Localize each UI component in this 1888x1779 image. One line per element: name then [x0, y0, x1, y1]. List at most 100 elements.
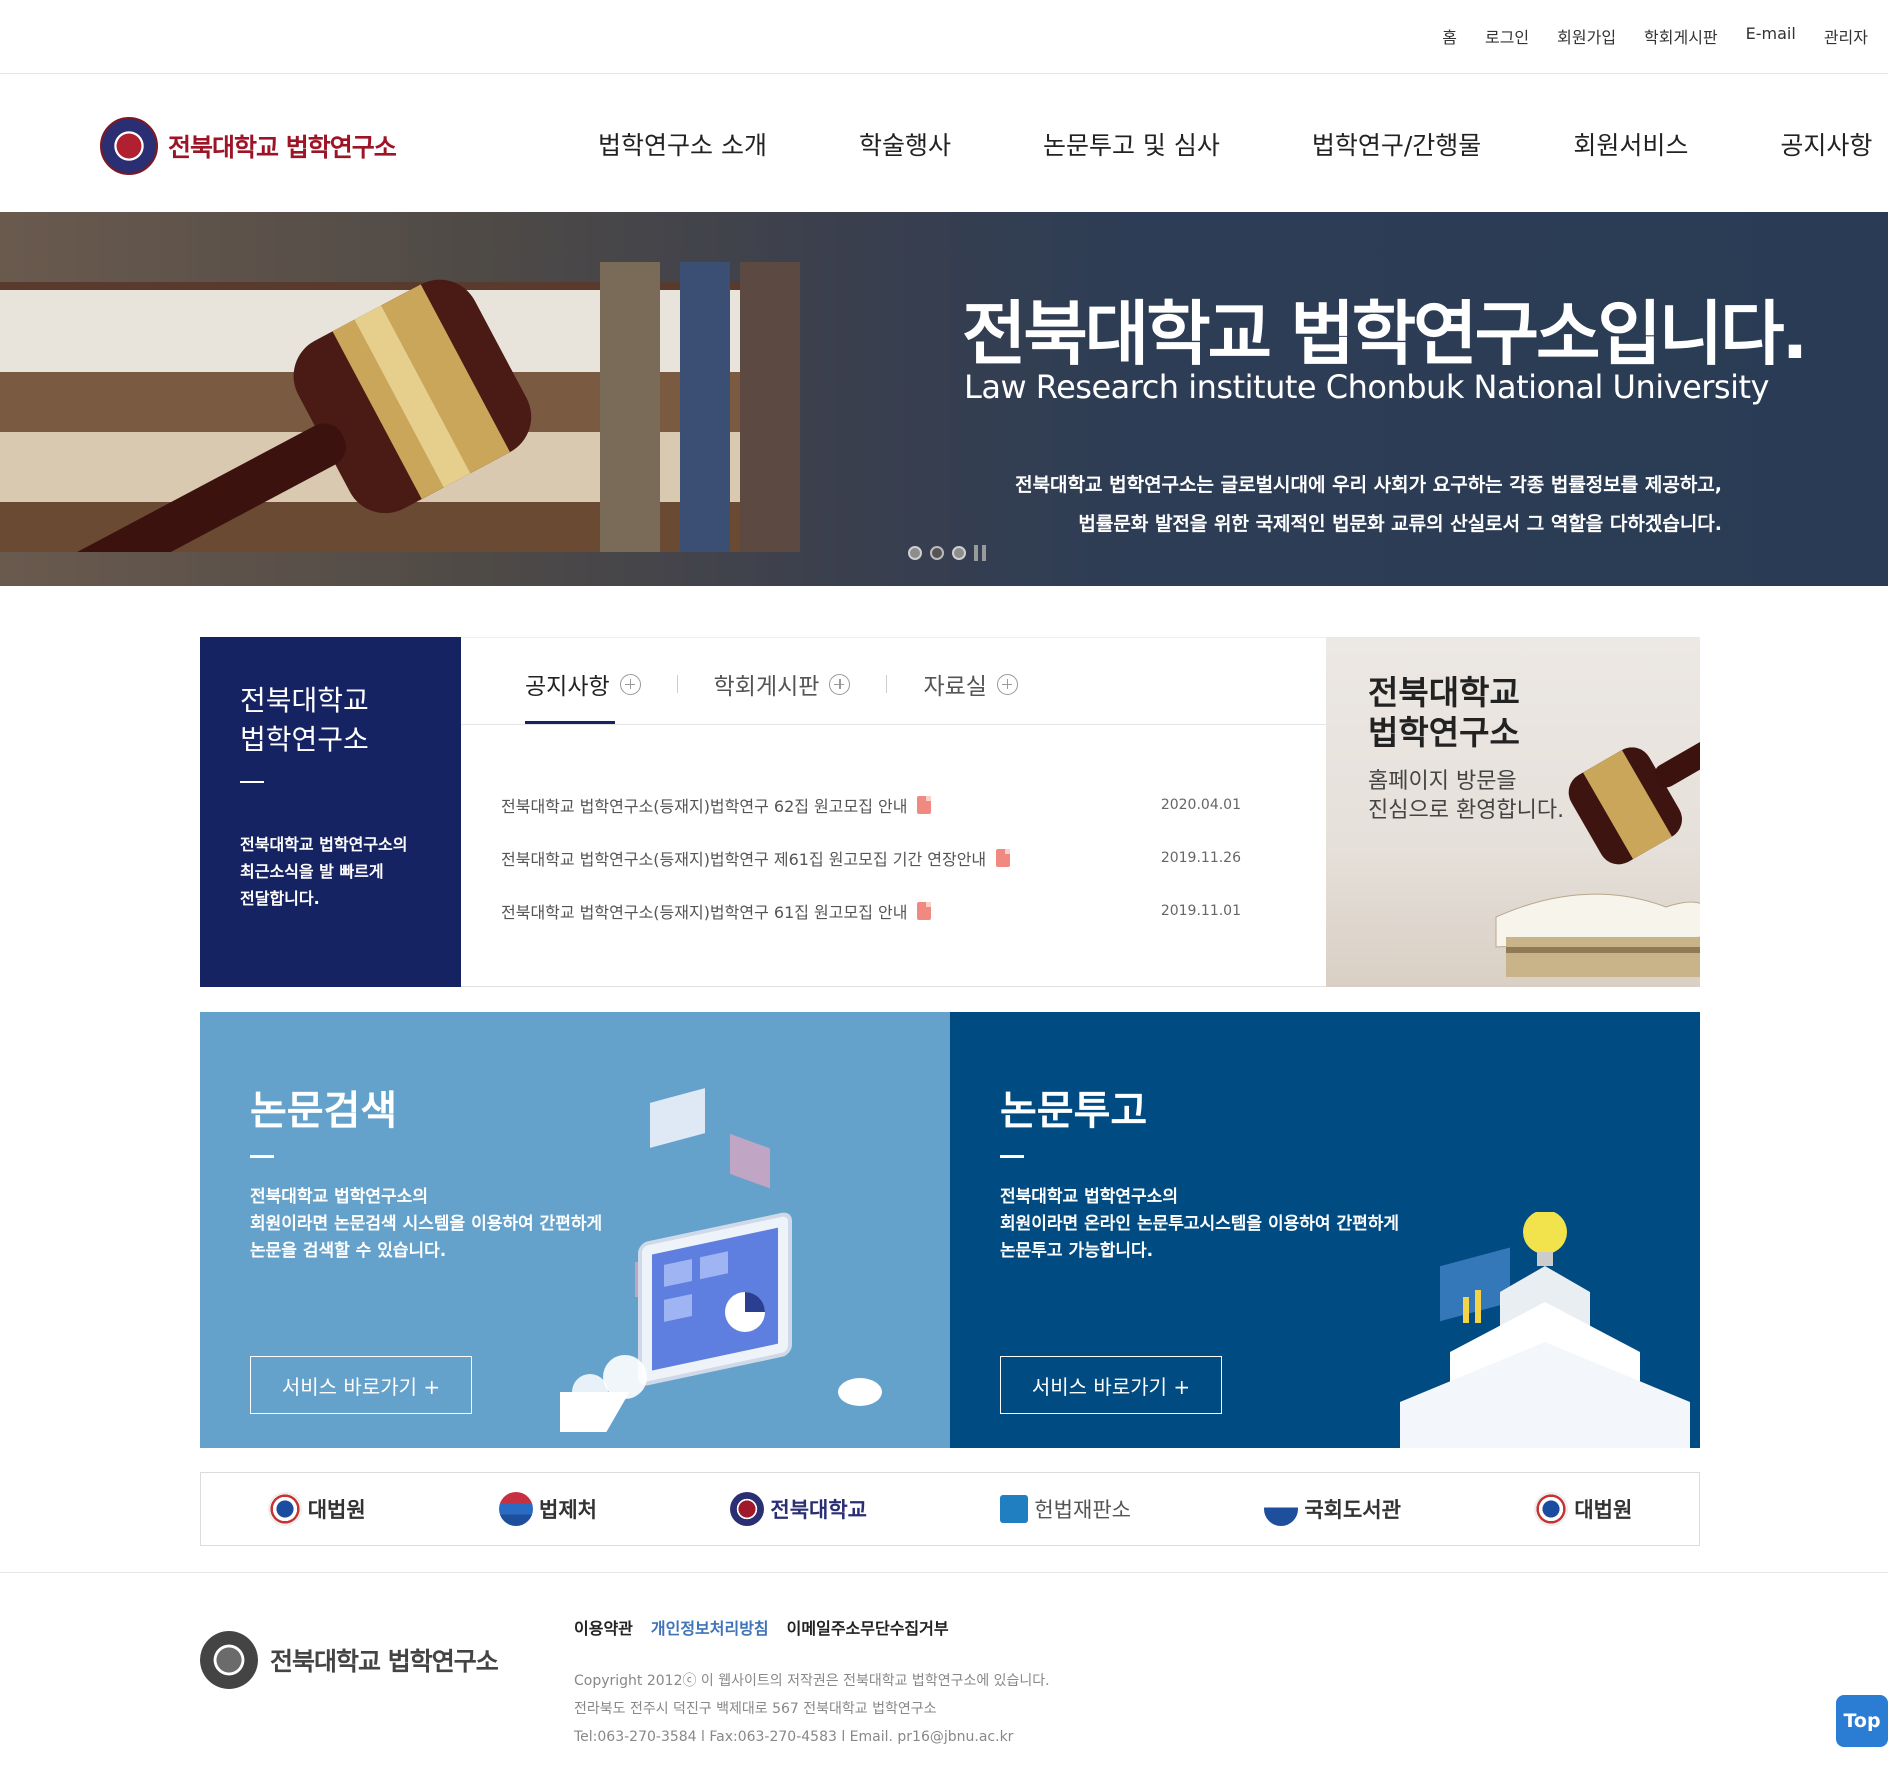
idea-pyramid-illustration — [1400, 1212, 1690, 1448]
slide-dot[interactable] — [908, 546, 922, 560]
partner-national-assembly-library[interactable]: 국회도서관 — [1264, 1492, 1401, 1526]
section-desc-line: 회원이라면 온라인 논문투고시스템을 이용하여 간편하게 — [1000, 1214, 1400, 1234]
pause-icon[interactable] — [974, 545, 986, 561]
address-text: 전라북도 전주시 덕진구 백제대로 567 전북대학교 법학연구소 — [574, 1701, 937, 1717]
plus-icon[interactable] — [619, 673, 641, 695]
partner-name: 대법원 — [307, 1498, 366, 1522]
welcome-box: 전북대학교 법학연구소 홈페이지 방문을 진심으로 환영합니다. — [1326, 637, 1700, 987]
slide-dot[interactable] — [952, 546, 966, 560]
notice-title[interactable]: 전북대학교 법학연구소(등재지)법학연구 61집 원고모집 안내 — [501, 899, 907, 923]
notice-intro-desc-line: 전달합니다. — [240, 889, 320, 908]
section-desc-line: 전북대학교 법학연구소의 — [1000, 1187, 1178, 1207]
privacy-policy-link[interactable]: 개인정보처리방침 — [651, 1615, 769, 1639]
signup-link[interactable]: 회원가입 — [1557, 24, 1616, 48]
notice-date: 2020.04.01 — [1160, 796, 1241, 813]
partner-moleg[interactable]: 법제처 — [499, 1492, 597, 1526]
partner-name: 전북대학교 — [770, 1498, 867, 1522]
notice-date: 2019.11.01 — [1160, 902, 1241, 919]
university-seal-icon — [100, 117, 158, 175]
notice-intro-title-line: 법학연구소 — [240, 723, 369, 756]
email-refusal-link[interactable]: 이메일주소무단수집거부 — [787, 1615, 949, 1639]
board-tabs: 공지사항 학회게시판 자료실 — [525, 667, 1018, 701]
partner-links: 대법원 법제처 전북대학교 헌법재판소 국회도서관 대법원 — [200, 1472, 1700, 1546]
university-seal-icon — [200, 1631, 258, 1689]
file-icon — [917, 901, 932, 920]
copyright-text: Copyright 2012ⓒ 이 웹사이트의 저작권은 전북대학교 법학연구소… — [574, 1673, 1050, 1689]
list-item[interactable]: 전북대학교 법학연구소(등재지)법학연구 제61집 원고모집 기간 연장안내 2… — [501, 831, 1281, 884]
tab-board[interactable]: 학회게시판 — [714, 667, 851, 701]
notice-intro-title: 전북대학교 법학연구소 — [240, 681, 421, 759]
notice-title[interactable]: 전북대학교 법학연구소(등재지)법학연구 제61집 원고모집 기간 연장안내 — [501, 846, 986, 870]
notice-intro-box: 전북대학교 법학연구소 전북대학교 법학연구소의 최근소식을 발 빠르게 전달합… — [200, 637, 461, 987]
section-title: 논문검색 — [250, 1088, 398, 1134]
nav-events[interactable]: 학술행사 — [859, 126, 951, 162]
hero-title: 전북대학교 법학연구소입니다. — [962, 293, 1808, 375]
hero-description: 전북대학교 법학연구소는 글로벌시대에 우리 사회가 요구하는 각종 법률정보를… — [1015, 466, 1722, 544]
notice-title[interactable]: 전북대학교 법학연구소(등재지)법학연구 62집 원고모집 안내 — [501, 793, 907, 817]
tab-label: 학회게시판 — [713, 674, 820, 700]
scroll-top-button[interactable]: Top — [1836, 1695, 1888, 1747]
section-desc-line: 전북대학교 법학연구소의 — [250, 1187, 428, 1207]
plus-icon[interactable] — [996, 673, 1018, 695]
nav-notice[interactable]: 공지사항 — [1780, 126, 1872, 162]
national-assembly-library-icon — [1264, 1492, 1299, 1526]
tab-archive[interactable]: 자료실 — [923, 667, 1018, 701]
slider-controls — [908, 545, 986, 561]
partner-name: 대법원 — [1574, 1498, 1633, 1522]
login-link[interactable]: 로그인 — [1485, 24, 1529, 48]
tab-label: 공지사항 — [525, 674, 610, 700]
jbnu-seal-icon — [730, 1492, 765, 1526]
tab-notice[interactable]: 공지사항 — [525, 667, 641, 701]
partner-jbnu[interactable]: 전북대학교 — [730, 1492, 867, 1526]
nav-publications[interactable]: 법학연구/간행물 — [1312, 126, 1481, 162]
gavel-book-illustration — [1495, 733, 1700, 977]
terms-link[interactable]: 이용약관 — [574, 1615, 633, 1639]
site-logo[interactable]: 전북대학교 법학연구소 — [100, 117, 397, 175]
partner-constitutional-court[interactable]: 헌법재판소 — [1000, 1494, 1131, 1524]
notice-intro-desc-line: 최근소식을 발 빠르게 — [240, 862, 384, 881]
list-item[interactable]: 전북대학교 법학연구소(등재지)법학연구 62집 원고모집 안내 2020.04… — [501, 778, 1281, 831]
file-icon — [917, 795, 932, 814]
slide-dot-active[interactable] — [930, 546, 944, 560]
nav-about[interactable]: 법학연구소 소개 — [598, 126, 767, 162]
admin-link[interactable]: 관리자 — [1824, 24, 1868, 48]
partner-name: 법제처 — [539, 1498, 597, 1522]
tab-separator — [886, 675, 888, 693]
nav-member-service[interactable]: 회원서비스 — [1573, 126, 1688, 162]
list-item[interactable]: 전북대학교 법학연구소(등재지)법학연구 61집 원고모집 안내 2019.11… — [501, 884, 1281, 937]
partner-name: 국회도서관 — [1304, 1498, 1401, 1522]
supreme-court-icon — [1534, 1492, 1569, 1526]
submission-service-button[interactable]: 서비스 바로가기 + — [1000, 1356, 1222, 1414]
email-link[interactable]: E-mail — [1746, 24, 1796, 48]
hero-subtitle: Law Research institute Chonbuk National … — [964, 368, 1769, 406]
notice-intro-desc: 전북대학교 법학연구소의 최근소식을 발 빠르게 전달합니다. — [240, 831, 421, 912]
tab-separator — [676, 675, 678, 693]
paper-submission-section: 논문투고 전북대학교 법학연구소의 회원이라면 온라인 논문투고시스템을 이용하… — [950, 1012, 1700, 1448]
board-link[interactable]: 학회게시판 — [1644, 24, 1718, 48]
hero-banner: 전북대학교 법학연구소입니다. Law Research institute C… — [0, 212, 1888, 586]
notice-intro-desc-line: 전북대학교 법학연구소의 — [240, 835, 408, 854]
logo-text: 전북대학교 법학연구소 — [168, 133, 397, 162]
tab-label: 자료실 — [923, 674, 987, 700]
supreme-court-icon — [267, 1492, 302, 1526]
tab-divider — [461, 724, 1326, 725]
partner-supreme-court[interactable]: 대법원 — [1534, 1492, 1632, 1526]
utility-bar: 홈 로그인 회원가입 학회게시판 E-mail 관리자 — [0, 0, 1888, 74]
main-navigation: 법학연구소 소개 학술행사 논문투고 및 심사 법학연구/간행물 회원서비스 공… — [598, 126, 1872, 162]
home-link[interactable]: 홈 — [1442, 24, 1457, 48]
nav-submission[interactable]: 논문투고 및 심사 — [1043, 126, 1220, 162]
section-desc-line: 논문을 검색할 수 있습니다. — [250, 1241, 447, 1261]
divider — [1000, 1155, 1024, 1158]
plus-icon[interactable] — [829, 673, 851, 695]
search-service-button[interactable]: 서비스 바로가기 + — [250, 1356, 472, 1414]
notice-date: 2019.11.26 — [1160, 849, 1241, 866]
section-desc: 전북대학교 법학연구소의 회원이라면 온라인 논문투고시스템을 이용하여 간편하… — [1000, 1184, 1399, 1265]
section-desc-line: 논문투고 가능합니다. — [1000, 1241, 1154, 1261]
footer-info: Copyright 2012ⓒ 이 웹사이트의 저작권은 전북대학교 법학연구소… — [574, 1667, 1050, 1751]
moleg-icon — [499, 1492, 534, 1526]
utility-menu: 홈 로그인 회원가입 학회게시판 E-mail 관리자 — [1442, 24, 1868, 48]
section-title: 논문투고 — [1000, 1088, 1148, 1134]
partner-supreme-court[interactable]: 대법원 — [267, 1492, 366, 1526]
notice-intro-title-line: 전북대학교 — [240, 684, 369, 717]
divider — [240, 781, 264, 783]
